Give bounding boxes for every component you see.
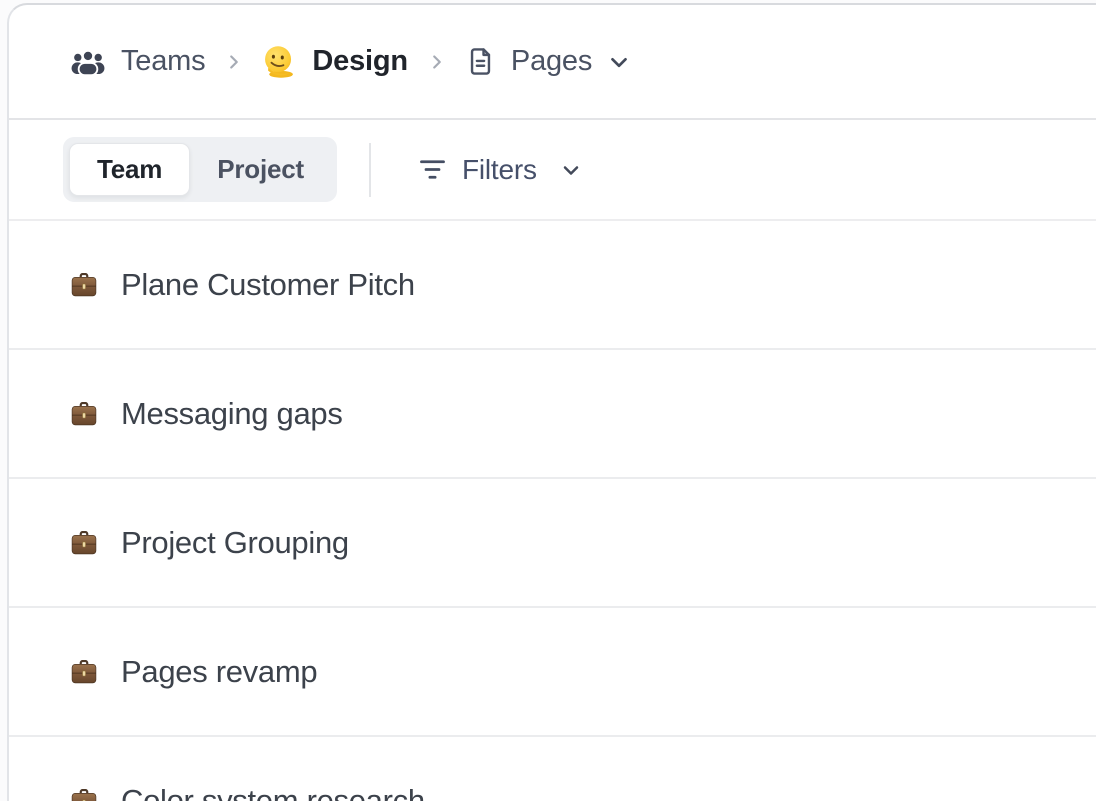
tab-team[interactable]: Team: [69, 143, 190, 196]
breadcrumb-label: Pages: [511, 45, 592, 78]
breadcrumb-item-pages[interactable]: Pages: [466, 45, 592, 78]
filters-label: Filters: [462, 154, 537, 186]
breadcrumb-label: Teams: [121, 45, 205, 78]
breadcrumb-item-teams[interactable]: Teams: [71, 45, 205, 78]
pages-screen: Teams Design Pages: [0, 0, 1096, 801]
content-panel: Teams Design Pages: [7, 3, 1096, 801]
list-item[interactable]: Plane Customer Pitch: [9, 221, 1096, 350]
chevron-down-icon[interactable]: [606, 49, 632, 75]
briefcase-emoji: [71, 660, 97, 684]
chevron-down-icon: [559, 158, 583, 182]
list-item[interactable]: Pages revamp: [9, 608, 1096, 737]
page-title: Color system research: [121, 783, 425, 801]
toolbar: Team Project Filters: [9, 120, 1096, 221]
chevron-right-icon: [223, 51, 245, 73]
page-list: Plane Customer Pitch Messaging gaps Proj…: [9, 221, 1096, 801]
briefcase-emoji: [71, 789, 97, 801]
list-item[interactable]: Messaging gaps: [9, 350, 1096, 479]
briefcase-emoji: [71, 402, 97, 426]
breadcrumb-item-design[interactable]: Design: [263, 45, 408, 78]
page-title: Project Grouping: [121, 525, 349, 561]
briefcase-emoji: [71, 531, 97, 555]
toolbar-divider: [369, 143, 371, 197]
list-item[interactable]: Project Grouping: [9, 479, 1096, 608]
page-title: Pages revamp: [121, 654, 317, 690]
scope-tab-switcher: Team Project: [63, 137, 337, 202]
file-text-icon: [466, 47, 495, 76]
tab-project[interactable]: Project: [190, 144, 331, 195]
page-title: Messaging gaps: [121, 396, 343, 432]
page-title: Plane Customer Pitch: [121, 267, 415, 303]
filter-lines-icon: [417, 154, 448, 185]
list-item[interactable]: Color system research: [9, 737, 1096, 801]
briefcase-emoji: [71, 273, 97, 297]
filters-button[interactable]: Filters: [417, 154, 583, 186]
melting-face-emoji: [263, 45, 296, 78]
users-icon: [71, 49, 105, 75]
breadcrumb-label: Design: [312, 45, 408, 78]
breadcrumb: Teams Design Pages: [9, 5, 1096, 120]
chevron-right-icon: [426, 51, 448, 73]
